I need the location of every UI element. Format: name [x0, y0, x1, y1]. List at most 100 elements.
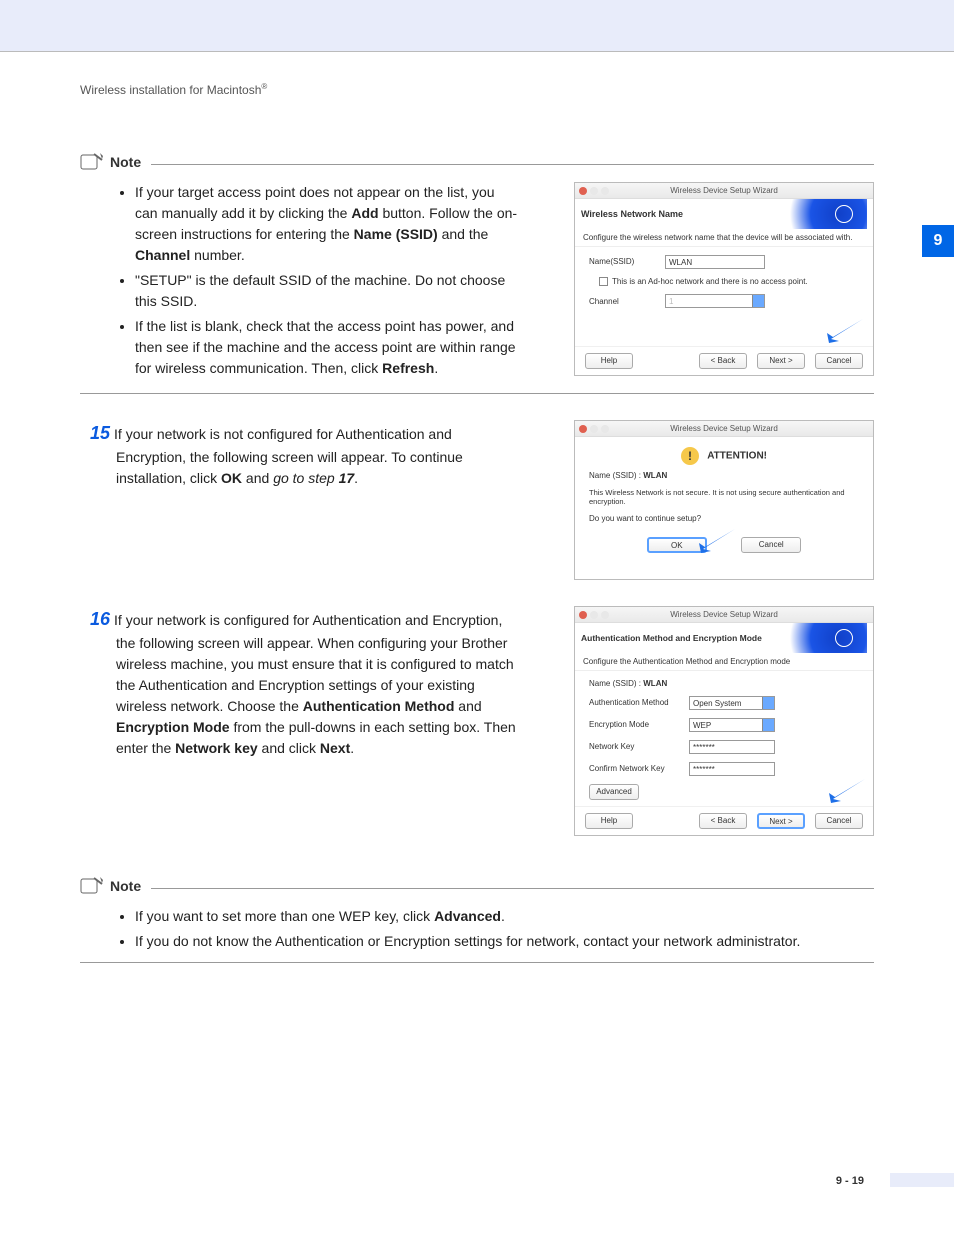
auth-select[interactable]: Open System — [689, 696, 775, 710]
step-number: 15 — [90, 423, 110, 443]
step-15: 15If your network is not configured for … — [80, 420, 874, 580]
enc-label: Encryption Mode — [589, 720, 689, 729]
warning-icon: ! — [681, 447, 699, 465]
bold: Channel — [135, 247, 190, 263]
page-body: Wireless installation for Macintosh® Not… — [0, 52, 954, 963]
document-top-bar — [0, 0, 954, 52]
ssid-input[interactable]: WLAN — [665, 255, 765, 269]
ssid-label: Name(SSID) — [589, 257, 665, 266]
netkey-input[interactable]: ******* — [689, 740, 775, 754]
bold: Refresh — [382, 360, 434, 376]
wizard-subtitle: Configure the wireless network name that… — [575, 229, 873, 247]
pointer-arrow-icon — [825, 777, 867, 805]
note-icon — [80, 152, 104, 172]
chevron-down-icon — [762, 697, 774, 709]
note-label: Note — [110, 878, 141, 894]
window-title: Wireless Device Setup Wizard — [575, 424, 873, 433]
text: . — [354, 470, 358, 486]
ssid-value: WLAN — [643, 471, 667, 480]
wizard-auth-encryption: Wireless Device Setup Wizard Authenticat… — [574, 606, 874, 836]
text: and the — [438, 226, 489, 242]
next-button[interactable]: Next > — [757, 813, 805, 829]
text: If you want to set more than one WEP key… — [135, 908, 434, 924]
note2-list: If you want to set more than one WEP key… — [135, 906, 874, 952]
list-item: If you do not know the Authentication or… — [135, 931, 874, 952]
bold: Advanced — [434, 908, 501, 924]
help-button[interactable]: Help — [585, 813, 633, 829]
warning-message: This Wireless Network is not secure. It … — [589, 488, 859, 506]
confkey-label: Confirm Network Key — [589, 764, 689, 773]
chevron-down-icon — [752, 295, 764, 307]
text: . — [501, 908, 505, 924]
advanced-button[interactable]: Advanced — [589, 784, 639, 800]
text: number. — [190, 247, 244, 263]
wizard-network-name: Wireless Device Setup Wizard Wireless Ne… — [574, 182, 874, 376]
auth-label: Authentication Method — [589, 698, 689, 707]
text: and — [242, 470, 273, 486]
list-item: "SETUP" is the default SSID of the machi… — [135, 270, 520, 312]
page-number: 9 - 19 — [836, 1175, 864, 1187]
enc-value: WEP — [693, 721, 711, 730]
bold: Encryption Mode — [116, 719, 230, 735]
wizard-title: Authentication Method and Encryption Mod… — [581, 633, 762, 643]
window-title: Wireless Device Setup Wizard — [575, 186, 873, 195]
running-header: Wireless installation for Macintosh® — [80, 82, 874, 97]
list-item: If the list is blank, check that the acc… — [135, 316, 520, 379]
ssid-label: Name (SSID) : — [589, 679, 641, 688]
confkey-input[interactable]: ******* — [689, 762, 775, 776]
note-heading-2: Note — [80, 876, 874, 896]
bold: Network key — [175, 740, 257, 756]
italic: go to step — [273, 470, 338, 486]
adhoc-checkbox[interactable] — [599, 277, 608, 286]
pointer-arrow-icon — [823, 317, 865, 345]
list-item: If your target access point does not app… — [135, 182, 520, 266]
rule — [80, 393, 874, 394]
trademark: ® — [261, 82, 267, 91]
brand-logo-icon — [771, 623, 867, 653]
ssid-label: Name (SSID) : — [589, 471, 641, 480]
step-number: 16 — [90, 609, 110, 629]
continue-question: Do you want to continue setup? — [589, 514, 859, 523]
note-icon — [80, 876, 104, 896]
list-item: If you want to set more than one WEP key… — [135, 906, 874, 927]
netkey-label: Network Key — [589, 742, 689, 751]
page-accent — [890, 1173, 954, 1187]
note1-list: If your target access point does not app… — [135, 182, 520, 379]
rule — [80, 962, 874, 963]
text: and — [454, 698, 481, 714]
channel-select[interactable]: 1 — [665, 294, 765, 308]
cancel-button[interactable]: Cancel — [815, 353, 863, 369]
help-button[interactable]: Help — [585, 353, 633, 369]
header-text: Wireless installation for Macintosh — [80, 83, 261, 97]
next-button[interactable]: Next > — [757, 353, 805, 369]
channel-label: Channel — [589, 297, 665, 306]
text: If the list is blank, check that the acc… — [135, 318, 516, 376]
wizard-attention: Wireless Device Setup Wizard ! ATTENTION… — [574, 420, 874, 580]
text: . — [434, 360, 438, 376]
bold: OK — [221, 470, 242, 486]
bold: Authentication Method — [303, 698, 455, 714]
cancel-button[interactable]: Cancel — [741, 537, 801, 553]
bold: Name (SSID) — [354, 226, 438, 242]
channel-value: 1 — [669, 297, 673, 306]
enc-select[interactable]: WEP — [689, 718, 775, 732]
pointer-arrow-icon — [695, 527, 737, 555]
wizard-subtitle: Configure the Authentication Method and … — [575, 653, 873, 671]
back-button[interactable]: < Back — [699, 813, 747, 829]
note-heading: Note — [80, 152, 874, 172]
wizard-title: Wireless Network Name — [581, 209, 683, 219]
bold: Next — [320, 740, 350, 756]
ssid-value: WLAN — [643, 679, 667, 688]
back-button[interactable]: < Back — [699, 353, 747, 369]
text: and click — [258, 740, 320, 756]
note-label: Note — [110, 154, 141, 170]
text: . — [350, 740, 354, 756]
bold: Add — [351, 205, 378, 221]
cancel-button[interactable]: Cancel — [815, 813, 863, 829]
rule — [151, 888, 874, 889]
step-16: 16If your network is configured for Auth… — [80, 606, 874, 836]
window-title: Wireless Device Setup Wizard — [575, 610, 873, 619]
brand-logo-icon — [771, 199, 867, 229]
chevron-down-icon — [762, 719, 774, 731]
italic-bold: 17 — [339, 470, 355, 486]
